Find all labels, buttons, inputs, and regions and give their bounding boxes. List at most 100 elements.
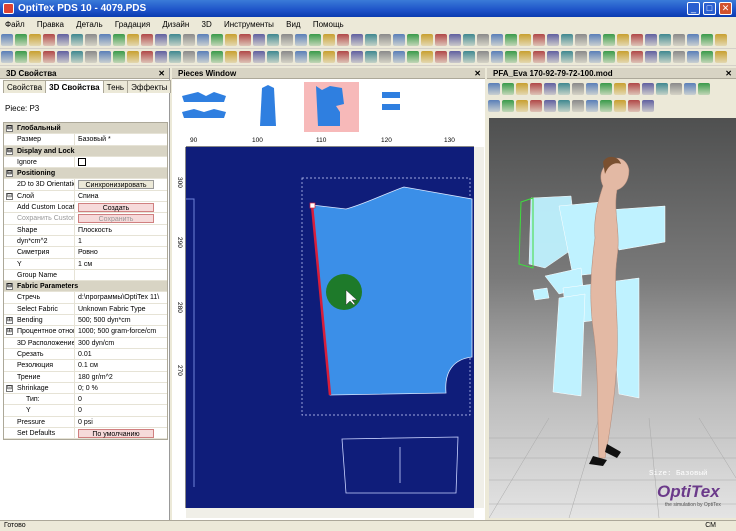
toolbar-tool-icon[interactable] [477,34,489,46]
toolbar-tool-icon[interactable] [253,51,265,63]
property-row[interactable]: ⊞ Bending 500; 500 dyn*cm [4,315,167,327]
menu-help[interactable]: Помощь [308,17,349,32]
toolbar-tool-icon[interactable] [530,100,542,112]
toolbar-tool-icon[interactable] [561,51,573,63]
toolbar-tool-icon[interactable] [449,51,461,63]
property-value[interactable]: 500; 500 dyn*cm [75,315,167,325]
toolbar-tool-icon[interactable] [575,34,587,46]
property-row[interactable]: Срезать 0.01 [4,348,167,361]
property-row[interactable]: ⊟ Shrinkage 0; 0 % [4,382,167,395]
property-button[interactable]: Сохранить [78,214,154,224]
property-row[interactable]: Add Custom Locat Создать [4,202,167,214]
toolbar-tool-icon[interactable] [127,51,139,63]
toolbar-tool-icon[interactable] [281,51,293,63]
toolbar-tool-icon[interactable] [225,51,237,63]
toolbar-tool-icon[interactable] [516,100,528,112]
toolbar-tool-icon[interactable] [1,34,13,46]
toolbar-tool-icon[interactable] [99,51,111,63]
property-value[interactable]: Unknown Fabric Type [75,304,167,314]
toolbar-tool-icon[interactable] [544,83,556,95]
property-value[interactable]: Спина [75,191,167,201]
maximize-button[interactable]: □ [703,2,716,15]
property-value[interactable]: 1 см [75,259,167,269]
horizontal-scrollbar[interactable] [186,508,474,518]
toolbar-tool-icon[interactable] [642,83,654,95]
property-row[interactable]: Y1 см [4,258,167,270]
toolbar-tool-icon[interactable] [561,34,573,46]
close-button[interactable]: ✕ [719,2,732,15]
property-row[interactable]: Group Name [4,269,167,282]
menu-view[interactable]: Вид [281,17,305,32]
toolbar-tool-icon[interactable] [589,51,601,63]
property-row[interactable]: Трение 180 gr/m^2 [4,371,167,383]
toolbar-tool-icon[interactable] [365,34,377,46]
property-category[interactable]: ⊟ Positioning [4,168,167,180]
toolbar-tool-icon[interactable] [197,51,209,63]
toolbar-tool-icon[interactable] [687,34,699,46]
toolbar-tool-icon[interactable] [1,51,13,63]
toolbar-tool-icon[interactable] [85,34,97,46]
toolbar-tool-icon[interactable] [586,83,598,95]
toolbar-tool-icon[interactable] [544,100,556,112]
property-row[interactable]: dyn*cm^2 1 [4,235,167,248]
property-row[interactable]: Сохранить Custom Сохранить [4,213,167,225]
property-value[interactable]: 1000; 500 gram-force/cm [75,326,167,336]
toolbar-tool-icon[interactable] [656,83,668,95]
collapse-icon[interactable]: ⊟ [6,170,13,178]
property-value[interactable]: Ровно [75,247,167,257]
minimize-button[interactable]: _ [687,2,700,15]
toolbar-tool-icon[interactable] [393,51,405,63]
property-row[interactable]: Pressure 0 psi [4,416,167,429]
property-value[interactable]: 0 psi [75,417,167,427]
toolbar-tool-icon[interactable] [491,51,503,63]
toolbar-tool-icon[interactable] [645,34,657,46]
expand-icon[interactable]: ⊞ [6,328,13,336]
tab-shadow[interactable]: Тень [102,80,129,93]
toolbar-tool-icon[interactable] [351,34,363,46]
toolbar-tool-icon[interactable] [225,34,237,46]
toolbar-tool-icon[interactable] [659,51,671,63]
toolbar-tool-icon[interactable] [351,51,363,63]
toolbar-tool-icon[interactable] [71,51,83,63]
toolbar-tool-icon[interactable] [407,51,419,63]
toolbar-tool-icon[interactable] [631,34,643,46]
property-category[interactable]: ⊟ Fabric Parameters [4,281,167,293]
property-row[interactable]: 3D Расположение 300 dyn/cm [4,337,167,349]
property-row[interactable]: Set Defaults По умолчанию [4,428,167,440]
toolbar-tool-icon[interactable] [169,34,181,46]
menu-grading[interactable]: Градация [110,17,155,32]
toolbar-tool-icon[interactable] [309,34,321,46]
toolbar-tool-icon[interactable] [505,51,517,63]
property-row[interactable]: Shape Плоскость [4,224,167,236]
toolbar-tool-icon[interactable] [183,51,195,63]
toolbar-tool-icon[interactable] [547,34,559,46]
toolbar-tool-icon[interactable] [614,100,626,112]
toolbar-tool-icon[interactable] [407,34,419,46]
toolbar-tool-icon[interactable] [127,34,139,46]
toolbar-tool-icon[interactable] [57,51,69,63]
toolbar-tool-icon[interactable] [600,83,612,95]
toolbar-tool-icon[interactable] [43,34,55,46]
toolbar-tool-icon[interactable] [323,34,335,46]
property-value[interactable]: 0 [75,405,167,415]
toolbar-tool-icon[interactable] [670,83,682,95]
toolbar-tool-icon[interactable] [715,51,727,63]
close-icon[interactable]: ✕ [725,68,732,79]
collapse-icon[interactable]: ⊟ [6,192,13,200]
menu-piece[interactable]: Деталь [71,17,107,32]
toolbar-tool-icon[interactable] [505,34,517,46]
toolbar-tool-icon[interactable] [421,51,433,63]
toolbar-tool-icon[interactable] [15,51,27,63]
toolbar-tool-icon[interactable] [558,100,570,112]
toolbar-tool-icon[interactable] [141,34,153,46]
property-value[interactable]: Плоскость [75,225,167,235]
toolbar-tool-icon[interactable] [99,34,111,46]
toolbar-tool-icon[interactable] [701,34,713,46]
toolbar-tool-icon[interactable] [43,51,55,63]
toolbar-tool-icon[interactable] [169,51,181,63]
tab-properties[interactable]: Свойства [3,80,47,93]
toolbar-tool-icon[interactable] [586,100,598,112]
toolbar-tool-icon[interactable] [309,51,321,63]
property-value[interactable]: Синхронизировать [75,179,167,190]
toolbar-tool-icon[interactable] [113,34,125,46]
